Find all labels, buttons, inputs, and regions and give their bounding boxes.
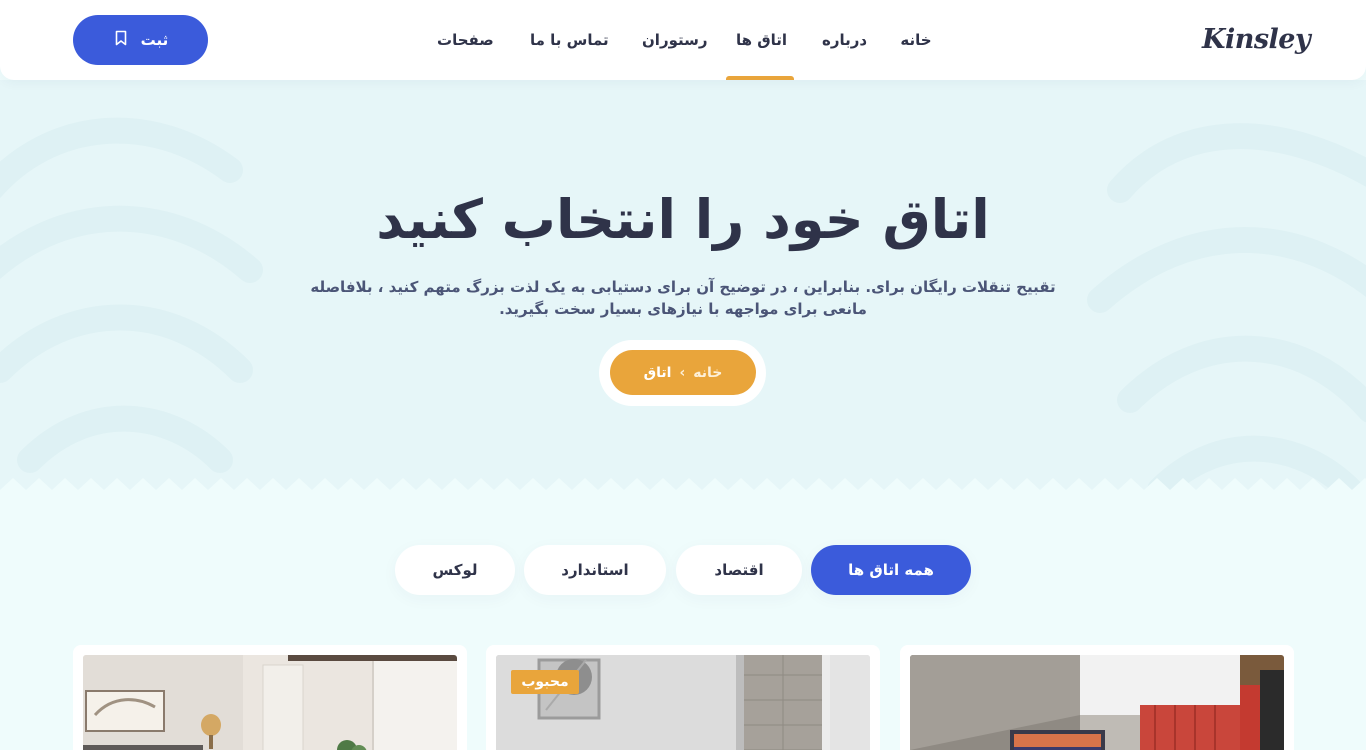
submit-button[interactable]: ثبت [73,15,208,65]
zigzag-divider [0,478,1366,505]
wave-decoration-right [1087,123,1366,500]
hero-description: تقبیح تنقلات رایگان برای. بنابراین ، در … [310,278,1056,318]
nav-item-pages[interactable]: صفحات [437,0,494,80]
hero-section: اتاق خود را انتخاب کنید تقبیح تنقلات رای… [0,80,1366,505]
nav-item-home[interactable]: خانه [900,0,932,80]
room-image[interactable] [83,655,457,750]
nav-item-contact[interactable]: تماس با ما [530,0,609,80]
filter-all-rooms[interactable]: همه اتاق ها [811,545,971,595]
nav-item-restaurant[interactable]: رستوران [642,0,708,80]
popular-badge: محبوب [511,670,579,694]
page-title: اتاق خود را انتخاب کنید [376,188,990,251]
breadcrumb-current: اتاق [643,364,672,381]
wave-decoration-left [0,117,263,473]
filter-economy[interactable]: اقتصاد [676,545,802,595]
nav-item-rooms[interactable]: اتاق ها [726,0,794,80]
chevron-left-icon: › [679,364,686,381]
filter-standard[interactable]: استاندارد [524,545,666,595]
filter-luxury[interactable]: لوکس [395,545,515,595]
room-card[interactable] [73,645,467,750]
bookmark-icon [113,30,129,50]
submit-button-label: ثبت [140,31,169,49]
breadcrumb-home-link[interactable]: خانه [693,365,722,381]
room-card[interactable] [900,645,1294,750]
logo[interactable]: Kinsley [1202,20,1311,60]
room-image[interactable] [910,655,1284,750]
nav-item-about[interactable]: درباره [822,0,867,80]
breadcrumb: خانه › اتاق [610,350,756,395]
room-card[interactable] [486,645,880,750]
site-header: Kinsley خانه درباره اتاق ها رستوران تماس… [0,0,1366,80]
